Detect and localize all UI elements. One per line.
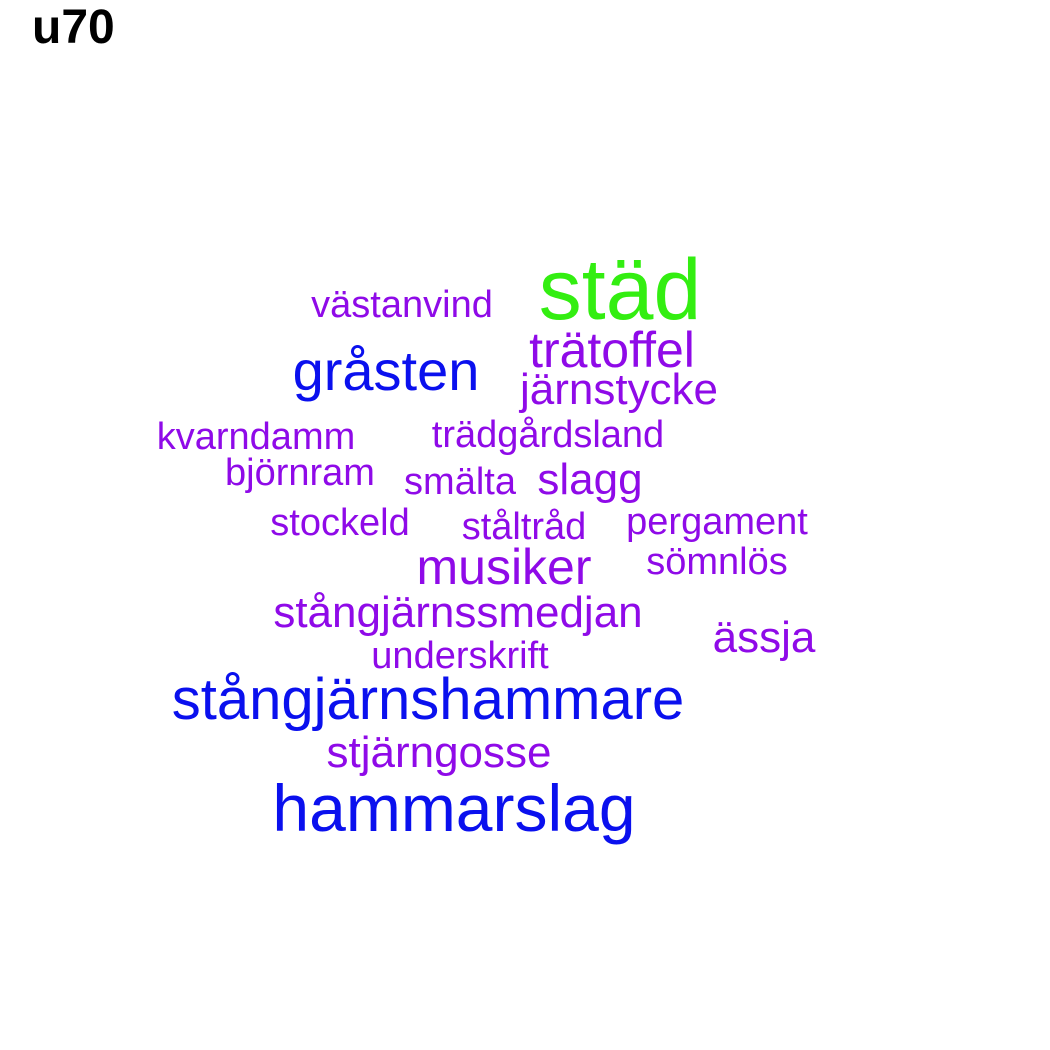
cloud-word: stockeld [270, 502, 410, 544]
cloud-word: järnstycke [519, 365, 719, 414]
cloud-word: sömnlös [646, 541, 788, 583]
cloud-word: pergament [626, 501, 808, 543]
cloud-word: hammarslag [272, 771, 636, 845]
word-cloud: städ västanvind trätoffel gråsten järnstycke… [0, 0, 1050, 1050]
cloud-word: trädgårdsland [431, 414, 665, 456]
cloud-word: stångjärnssmedjan [273, 588, 643, 637]
cloud-word: smälta [404, 461, 516, 503]
cloud-word: västanvind [311, 284, 493, 326]
cloud-word: slagg [537, 455, 643, 504]
cloud-word: kvarndamm [156, 416, 356, 458]
cloud-word: ässja [712, 613, 816, 662]
cloud-word: gråsten [292, 339, 480, 402]
cloud-word: stångjärnshammare [171, 667, 685, 732]
cloud-word: musiker [416, 539, 592, 595]
cloud-word: städ [538, 242, 702, 338]
cloud-word: björnram [225, 452, 375, 494]
cloud-word: stjärngosse [326, 728, 552, 777]
